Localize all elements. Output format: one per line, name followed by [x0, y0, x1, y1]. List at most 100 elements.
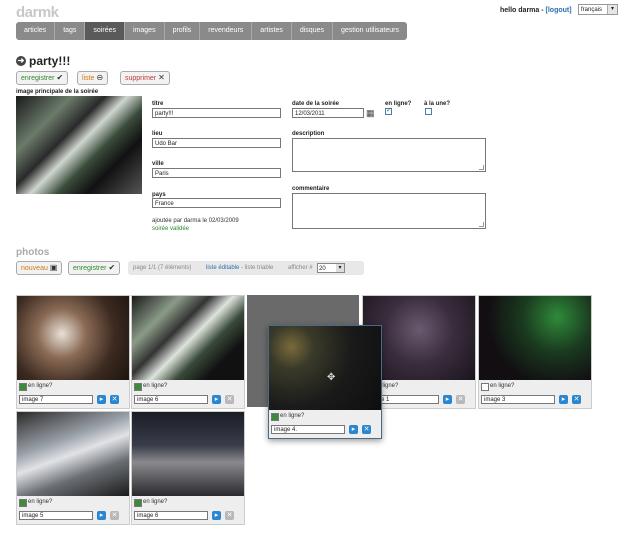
main-image[interactable]: [16, 96, 142, 194]
online-checkbox[interactable]: [271, 413, 279, 421]
play-icon[interactable]: ▸: [212, 511, 221, 520]
user-greeting: hello darma - [logout]: [500, 7, 572, 14]
photo-thumbnail[interactable]: [132, 412, 244, 496]
per-page-select[interactable]: 20 ▾: [317, 263, 345, 273]
titre-field[interactable]: party!!!: [152, 108, 281, 118]
page-title: ➜ party!!!: [16, 54, 71, 68]
online-checkbox[interactable]: [19, 499, 27, 507]
photo-card[interactable]: en ligne? image 3 ▸ ✕: [478, 295, 592, 409]
nav-item-gestion-utilisateurs[interactable]: gestion utilisateurs: [333, 22, 407, 40]
online-label: en ligne?: [143, 383, 168, 389]
date-label: date de la soirée: [292, 101, 340, 107]
main-nav: articles tags soirées images profils rev…: [16, 22, 407, 40]
online-checkbox[interactable]: [385, 106, 392, 115]
move-icon[interactable]: ✥: [327, 372, 335, 383]
play-icon[interactable]: ▸: [97, 395, 106, 404]
photo-thumbnail[interactable]: [17, 412, 129, 496]
save-button[interactable]: enregistrer ✔: [16, 71, 69, 85]
online-label: en ligne?: [28, 383, 53, 389]
photo-name-field[interactable]: image 3: [481, 395, 555, 404]
new-photo-button[interactable]: nouveau ▣: [16, 261, 63, 275]
app-logo: darmk: [16, 4, 59, 21]
nav-item-revendeurs[interactable]: revendeurs: [200, 22, 253, 40]
status-text: soirée validée: [152, 226, 190, 232]
nav-item-artistes[interactable]: artistes: [252, 22, 292, 40]
pager: page 1/1 (7 éléments) liste éditable - l…: [128, 261, 364, 275]
description-label: description: [292, 131, 325, 137]
online-label: en ligne?: [280, 413, 305, 419]
date-field[interactable]: 12/03/2011: [292, 108, 364, 118]
description-field[interactable]: [292, 138, 486, 172]
online-checkbox[interactable]: [134, 383, 142, 391]
lieu-field[interactable]: Udo Bar: [152, 138, 281, 148]
show-label: afficher #: [288, 265, 313, 271]
photo-thumbnail[interactable]: [269, 326, 381, 410]
photo-name-field[interactable]: image 4.: [271, 425, 345, 434]
photo-card[interactable]: en ligne? image 7 ▸ ✕: [16, 295, 130, 409]
nav-item-soirees[interactable]: soirées: [85, 22, 125, 40]
photos-title: photos: [16, 247, 50, 258]
photo-card[interactable]: en ligne? image 5 ▸ ✕: [16, 411, 130, 525]
play-icon[interactable]: ▸: [349, 425, 358, 434]
lieu-label: lieu: [152, 131, 163, 137]
titre-label: titre: [152, 101, 164, 107]
photo-name-field[interactable]: image 7: [19, 395, 93, 404]
calendar-icon[interactable]: ▦: [366, 108, 375, 118]
new-doc-icon: ▣: [49, 263, 58, 272]
dragged-photo-card[interactable]: ✥ en ligne? image 4. ▸ ✕: [268, 325, 382, 439]
check-icon: ✔: [56, 73, 64, 82]
added-by-text: ajoutée par darma le 02/03/2009: [152, 218, 239, 224]
delete-icon[interactable]: ✕: [110, 395, 119, 404]
delete-icon[interactable]: ✕: [225, 395, 234, 404]
delete-icon[interactable]: ✕: [225, 511, 234, 520]
delete-icon[interactable]: ✕: [362, 425, 371, 434]
photo-thumbnail[interactable]: [132, 296, 244, 380]
play-icon[interactable]: ▸: [443, 395, 452, 404]
ville-label: ville: [152, 161, 164, 167]
online-label: en ligne?: [490, 383, 515, 389]
save-photos-button[interactable]: enregistrer ✔: [68, 261, 121, 275]
play-icon[interactable]: ▸: [97, 511, 106, 520]
play-icon[interactable]: ▸: [212, 395, 221, 404]
arrow-right-icon: ➜: [16, 56, 26, 66]
delete-icon[interactable]: ✕: [110, 511, 119, 520]
list-button[interactable]: liste ⊖: [77, 71, 109, 85]
nav-item-profils[interactable]: profils: [165, 22, 201, 40]
online-checkbox[interactable]: [19, 383, 27, 391]
online-checkbox[interactable]: [134, 499, 142, 507]
photo-thumbnail[interactable]: [479, 296, 591, 380]
photo-name-field[interactable]: image 6: [134, 395, 208, 404]
editable-list-link[interactable]: liste éditable: [206, 261, 239, 275]
nav-item-images[interactable]: images: [125, 22, 165, 40]
online-label: en ligne?: [143, 499, 168, 505]
online-checkbox[interactable]: [481, 383, 489, 391]
photo-thumbnail[interactable]: [17, 296, 129, 380]
main-image-label: image principale de la soirée: [16, 89, 99, 95]
delete-icon[interactable]: ✕: [456, 395, 465, 404]
pays-field[interactable]: France: [152, 198, 281, 208]
chevron-down-icon: ▾: [607, 5, 617, 14]
delete-icon[interactable]: ✕: [572, 395, 581, 404]
nav-item-tags[interactable]: tags: [55, 22, 86, 40]
commentaire-field[interactable]: [292, 193, 486, 229]
close-icon: ✕: [158, 73, 165, 82]
commentaire-label: commentaire: [292, 186, 330, 192]
une-label: à la une?: [424, 101, 451, 107]
nav-item-disques[interactable]: disques: [292, 22, 333, 40]
play-icon[interactable]: ▸: [559, 395, 568, 404]
chevron-down-icon: ▾: [336, 264, 344, 272]
sortable-list-link[interactable]: - liste triable: [241, 261, 273, 275]
pager-info: page 1/1 (7 éléments): [133, 265, 192, 271]
photo-name-field[interactable]: image 5: [19, 511, 93, 520]
nav-item-articles[interactable]: articles: [16, 22, 56, 40]
ville-field[interactable]: Paris: [152, 168, 281, 178]
une-checkbox[interactable]: [425, 108, 432, 115]
photo-name-field[interactable]: image 6: [134, 511, 208, 520]
language-select[interactable]: français ▾: [578, 4, 618, 15]
delete-button[interactable]: supprimer ✕: [120, 71, 170, 85]
photo-card[interactable]: en ligne? image 6 ▸ ✕: [131, 295, 245, 409]
logout-link[interactable]: [logout]: [546, 7, 572, 14]
photo-card[interactable]: en ligne? image 6 ▸ ✕: [131, 411, 245, 525]
online-label: en ligne?: [28, 499, 53, 505]
back-icon: ⊖: [96, 73, 104, 82]
